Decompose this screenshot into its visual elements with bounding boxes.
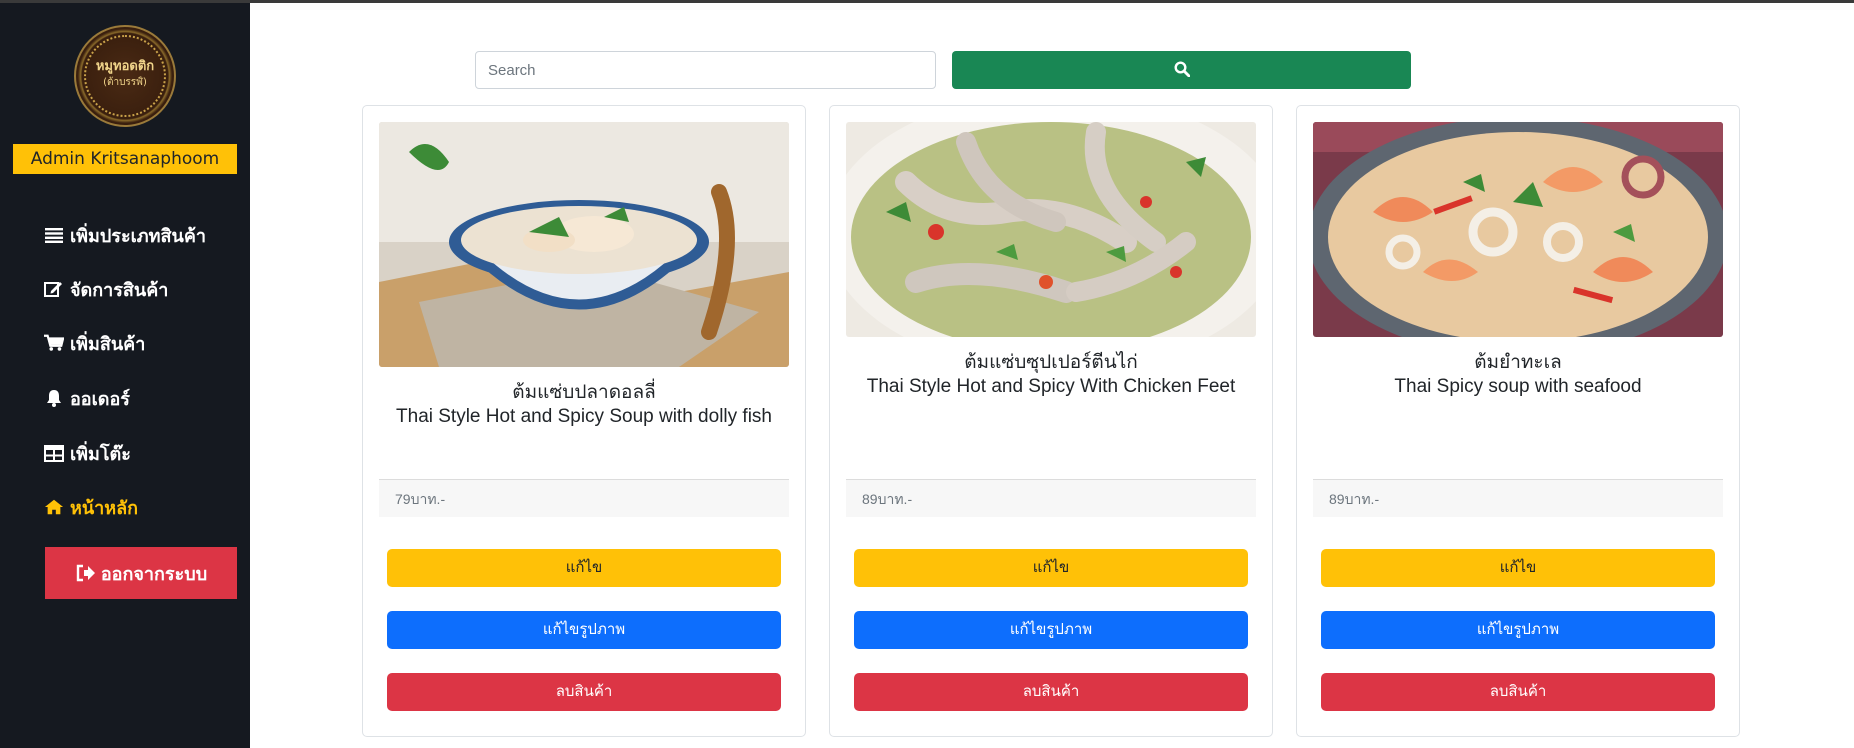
edit-icon xyxy=(44,279,64,299)
product-name-th: ต้มยำทะเล xyxy=(1474,352,1562,373)
sidebar-item-label: เพิ่มประเภทสินค้า xyxy=(70,225,206,247)
product-name-en: Thai Style Hot and Spicy With Chicken Fe… xyxy=(866,376,1236,397)
delete-button[interactable]: ลบสินค้า xyxy=(1321,673,1715,711)
edit-image-button[interactable]: แก้ไขรูปภาพ xyxy=(1321,611,1715,649)
cart-icon xyxy=(44,333,64,353)
restaurant-logo: หมูทอดติก (ต้าบรรฬ์) xyxy=(74,25,176,127)
product-price: 89บาท.- xyxy=(1313,479,1723,517)
product-image xyxy=(379,122,789,367)
product-name-en: Thai Spicy soup with seafood xyxy=(1394,376,1642,397)
sidebar-item-add-category[interactable]: เพิ่มประเภทสินค้า xyxy=(44,220,206,250)
sidebar-item-home[interactable]: หน้าหลัก xyxy=(44,492,138,522)
sidebar: หมูทอดติก (ต้าบรรฬ์) Admin Kritsanaphoom… xyxy=(0,3,250,748)
search-input[interactable] xyxy=(475,51,936,89)
sign-out-icon xyxy=(75,564,95,582)
product-card: ต้มยำทะเล Thai Spicy soup with seafood 8… xyxy=(1296,105,1740,737)
search-icon xyxy=(1173,60,1190,80)
product-price: 79บาท.- xyxy=(379,479,789,517)
logo-subtext: (ต้าบรรฬ์) xyxy=(103,77,147,88)
sidebar-item-label: เพิ่มโต๊ะ xyxy=(70,443,131,465)
edit-button[interactable]: แก้ไข xyxy=(854,549,1248,587)
edit-button[interactable]: แก้ไข xyxy=(1321,549,1715,587)
product-name-th: ต้มแซ่บซุปเปอร์ตีนไก่ xyxy=(964,352,1138,373)
logo-text: หมูทอดติก xyxy=(95,59,155,74)
product-name-th: ต้มแซ่บปลาดอลลี่ xyxy=(512,382,656,403)
product-image xyxy=(1313,122,1723,337)
edit-image-button[interactable]: แก้ไขรูปภาพ xyxy=(387,611,781,649)
delete-button[interactable]: ลบสินค้า xyxy=(387,673,781,711)
product-name-en: Thai Style Hot and Spicy Soup with dolly… xyxy=(396,406,772,427)
home-icon xyxy=(44,497,64,517)
list-icon xyxy=(44,225,64,245)
sidebar-item-label: หน้าหลัก xyxy=(70,497,139,519)
logout-label: ออกจากระบบ xyxy=(100,563,208,585)
product-price: 89บาท.- xyxy=(846,479,1256,517)
sidebar-item-manage-products[interactable]: จัดการสินค้า xyxy=(44,274,168,304)
edit-image-button[interactable]: แก้ไขรูปภาพ xyxy=(854,611,1248,649)
sidebar-item-label: จัดการสินค้า xyxy=(70,279,169,301)
sidebar-item-label: เพิ่มสินค้า xyxy=(70,333,146,355)
sidebar-item-orders[interactable]: ออเดอร์ xyxy=(44,383,130,413)
sidebar-item-label: ออเดอร์ xyxy=(70,388,130,410)
logout-button[interactable]: ออกจากระบบ xyxy=(45,547,237,599)
bell-icon xyxy=(44,388,64,408)
top-border xyxy=(0,0,1854,3)
product-card: ต้มแซ่บปลาดอลลี่ Thai Style Hot and Spic… xyxy=(362,105,806,737)
product-image xyxy=(846,122,1256,337)
product-card: ต้มแซ่บซุปเปอร์ตีนไก่ Thai Style Hot and… xyxy=(829,105,1273,737)
delete-button[interactable]: ลบสินค้า xyxy=(854,673,1248,711)
admin-badge: Admin Kritsanaphoom xyxy=(13,144,237,174)
sidebar-item-add-product[interactable]: เพิ่มสินค้า xyxy=(44,328,145,358)
search-button[interactable] xyxy=(952,51,1411,89)
sidebar-item-add-table[interactable]: เพิ่มโต๊ะ xyxy=(44,438,131,468)
edit-button[interactable]: แก้ไข xyxy=(387,549,781,587)
table-icon xyxy=(44,443,64,463)
